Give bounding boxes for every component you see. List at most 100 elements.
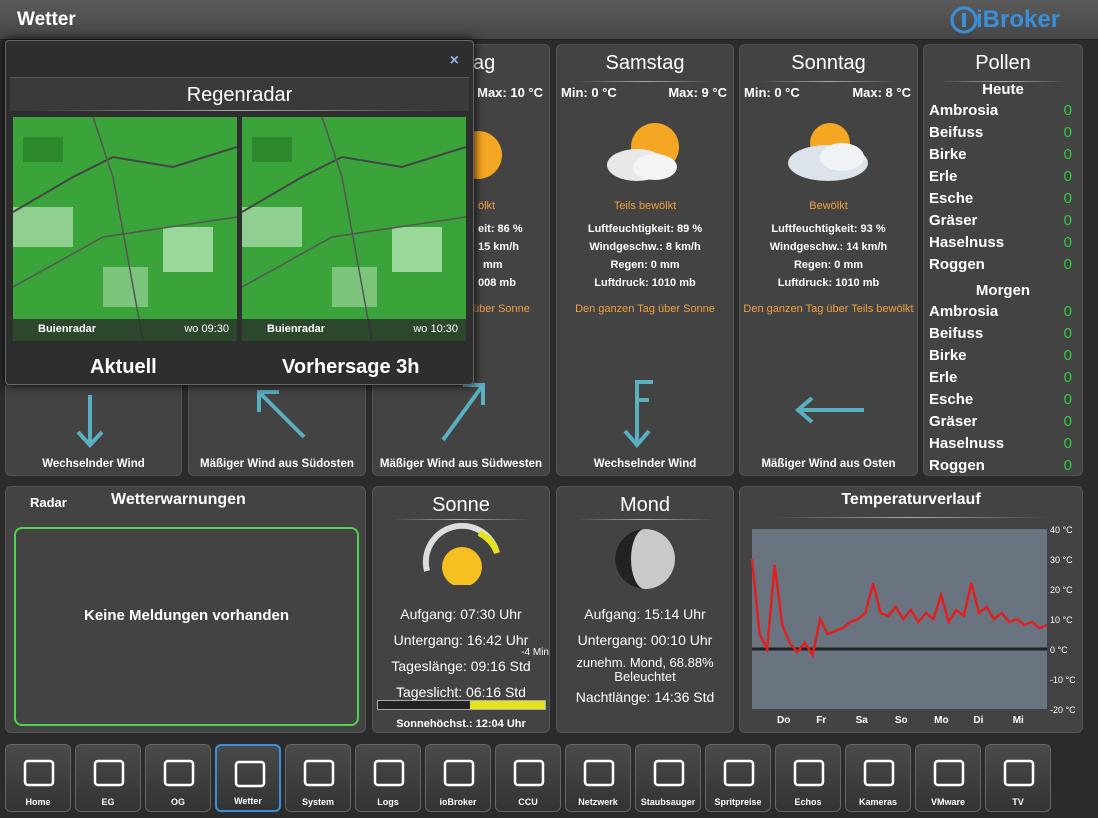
nav-label: Wetter bbox=[234, 796, 262, 806]
pollen-value: 0 bbox=[1063, 457, 1072, 474]
rain: mm bbox=[483, 259, 503, 271]
nav-label: VMware bbox=[930, 797, 965, 807]
map-caption: Buienradar wo 09:30 bbox=[13, 319, 237, 341]
nav-kameras[interactable]: Kameras bbox=[845, 744, 911, 812]
map-image bbox=[13, 117, 237, 341]
max-temp: Max: 10 °C bbox=[477, 85, 543, 100]
warnings-message: Keine Meldungen vorhanden bbox=[83, 607, 290, 624]
nav-iobroker[interactable]: ioBroker bbox=[425, 744, 491, 812]
pollen-row: Beifuss 0 bbox=[929, 124, 1072, 141]
iobroker-logo: iBroker bbox=[950, 5, 1080, 35]
pollen-row: Roggen 0 bbox=[929, 457, 1072, 474]
nav-logs[interactable]: Logs bbox=[355, 744, 421, 812]
temperature-chart: 40 °C 30 °C 20 °C 10 °C 0 °C -10 °C -20 °C Do Fr… bbox=[750, 525, 1076, 726]
top-bar: Wetter iBroker bbox=[0, 0, 1098, 40]
nav-netzwerk[interactable]: Netzwerk bbox=[565, 744, 631, 812]
wind-arrow-icon bbox=[794, 396, 864, 424]
pollen-row: Haselnuss 0 bbox=[929, 435, 1072, 452]
pollen-row: Erle 0 bbox=[929, 369, 1072, 386]
wind-arrow-icon bbox=[623, 380, 653, 449]
radar-map-forecast[interactable]: Buienradar wo 10:30 bbox=[242, 117, 466, 341]
nav-og[interactable]: OG bbox=[145, 744, 211, 812]
close-icon[interactable]: × bbox=[450, 52, 459, 70]
pollen-name: Birke bbox=[929, 146, 967, 163]
pollen-value: 0 bbox=[1063, 256, 1072, 273]
nav-echos[interactable]: Echos bbox=[775, 744, 841, 812]
pollen-today-heading: Heute bbox=[982, 81, 1024, 98]
sun-arc-icon bbox=[422, 523, 500, 585]
x-tick-label: So bbox=[895, 715, 908, 726]
forecast: Den ganzen Tag über Sonne bbox=[575, 303, 715, 315]
nav-label: OG bbox=[170, 797, 185, 807]
pollen-value: 0 bbox=[1063, 146, 1072, 163]
pollen-name: Beifuss bbox=[929, 124, 984, 141]
rain: Regen: 0 mm bbox=[793, 259, 864, 271]
pollen-row: Esche 0 bbox=[929, 190, 1072, 207]
nav-wetter[interactable]: Wetter bbox=[215, 744, 281, 812]
nav-staubsauger[interactable]: Staubsauger bbox=[635, 744, 701, 812]
plot-area bbox=[752, 529, 1047, 709]
radar-popup: × Regenradar Buienradar wo 09:30 Buienra… bbox=[5, 40, 474, 385]
nav-tv[interactable]: TV bbox=[985, 744, 1051, 812]
day-title: Samstag bbox=[605, 52, 685, 74]
pollen-row: Ambrosia 0 bbox=[929, 303, 1072, 320]
warnings-title: Wetterwarnungen bbox=[111, 491, 246, 508]
label-forecast: Vorhersage 3h bbox=[282, 356, 420, 378]
pollen-value: 0 bbox=[1063, 234, 1072, 251]
map-image bbox=[242, 117, 466, 341]
pollen-value: 0 bbox=[1063, 369, 1072, 386]
moon-phase: zunehm. Mond, 68.88% bbox=[576, 655, 714, 670]
pollen-name: Erle bbox=[929, 168, 958, 185]
nav-eg[interactable]: EG bbox=[75, 744, 141, 812]
nav-label: CCU bbox=[518, 797, 538, 807]
sun-title: Sonne bbox=[432, 494, 490, 516]
nav-home[interactable]: Home bbox=[5, 744, 71, 812]
system-icon bbox=[303, 759, 335, 787]
day-panel-saturday: Samstag Min: 0 °C Max: 9 °C Teils bewölk… bbox=[556, 44, 734, 476]
day-panel-sunday: Sonntag Min: 0 °C Max: 8 °C Bewölkt Luft… bbox=[739, 44, 918, 476]
wind-arrow-icon bbox=[441, 383, 485, 442]
netzwerk-icon bbox=[583, 759, 615, 787]
solar-noon: Sonnehöchst.: 12:04 Uhr bbox=[396, 718, 526, 730]
moon-title: Mond bbox=[619, 494, 671, 516]
logs-icon bbox=[373, 759, 405, 787]
day-title-partial: ag bbox=[473, 52, 496, 74]
pollen-name: Ambrosia bbox=[929, 303, 999, 320]
pollen-name: Roggen bbox=[929, 457, 985, 474]
nav-label: Kameras bbox=[858, 797, 898, 807]
nav-spritpreise[interactable]: Spritpreise bbox=[705, 744, 771, 812]
daylight: Tageslicht: 06:16 Std bbox=[396, 684, 526, 700]
nav-label: Echos bbox=[794, 797, 822, 807]
pollen-name: Esche bbox=[929, 391, 974, 408]
condition: Teils bewölkt bbox=[613, 200, 677, 212]
pressure: 008 mb bbox=[478, 277, 516, 289]
warnings-panel: Radar Wetterwarnungen Keine Meldungen vo… bbox=[5, 486, 366, 733]
nav-system[interactable]: System bbox=[285, 744, 351, 812]
pollen-name: Birke bbox=[929, 347, 967, 364]
nav-label: EG bbox=[101, 797, 115, 807]
pollen-name: Haselnuss bbox=[929, 435, 1005, 452]
pollen-row: Beifuss 0 bbox=[929, 325, 1072, 342]
pollen-name: Gräser bbox=[929, 212, 978, 229]
nav-label: Home bbox=[25, 797, 51, 807]
pollen-name: Roggen bbox=[929, 256, 985, 273]
pollen-value: 0 bbox=[1063, 124, 1072, 141]
pollen-row: Esche 0 bbox=[929, 391, 1072, 408]
x-tick-label: Do bbox=[777, 715, 790, 726]
nav-ccu[interactable]: CCU bbox=[495, 744, 561, 812]
nav-vmware[interactable]: VMware bbox=[915, 744, 981, 812]
spritpreise-icon bbox=[723, 759, 755, 787]
y-tick-label: 0 °C bbox=[1050, 645, 1068, 655]
y-tick-label: 20 °C bbox=[1050, 585, 1073, 595]
wind-label: Mäßiger Wind aus Südosten bbox=[200, 458, 354, 470]
night-length: Nachtlänge: 14:36 Std bbox=[575, 689, 715, 705]
x-tick-label: Sa bbox=[856, 715, 869, 726]
pollen-panel: Pollen Heute Ambrosia 0 Beifuss 0 Birke 0 Erle… bbox=[923, 44, 1083, 476]
y-tick-label: 30 °C bbox=[1050, 555, 1073, 565]
nav-label: TV bbox=[1012, 797, 1024, 807]
warnings-box: Keine Meldungen vorhanden bbox=[14, 527, 359, 726]
temp-chart-panel: Temperaturverlauf 40 °C 30 °C 20 °C 10 °C 0 … bbox=[739, 486, 1083, 733]
radar-button[interactable]: Radar bbox=[30, 495, 67, 510]
radar-map-current[interactable]: Buienradar wo 09:30 bbox=[13, 117, 237, 341]
pollen-row: Haselnuss 0 bbox=[929, 234, 1072, 251]
